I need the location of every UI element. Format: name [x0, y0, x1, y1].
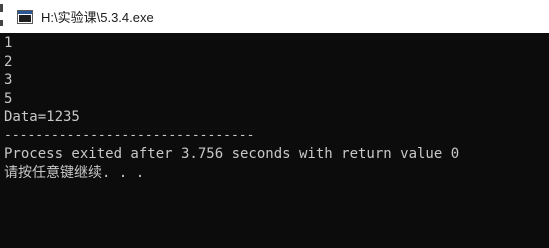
- output-line: 5: [4, 90, 13, 107]
- console-window: H:\实验课\5.3.4.exe 1 2 3 5 Data=1235 -----…: [0, 0, 549, 248]
- output-line: Data=1235: [4, 109, 80, 125]
- output-line: 2: [4, 53, 13, 70]
- title-bar[interactable]: H:\实验课\5.3.4.exe: [0, 0, 549, 33]
- console-output[interactable]: 1 2 3 5 Data=1235 ----------------------…: [0, 33, 549, 248]
- output-line: 3: [4, 72, 13, 88]
- window-title: H:\实验课\5.3.4.exe: [41, 10, 154, 25]
- output-line: 1: [4, 35, 13, 51]
- separator-line: --------------------------------: [4, 127, 255, 143]
- console-app-icon: [17, 9, 33, 24]
- window-edge: [0, 0, 4, 33]
- press-any-key-prompt: 请按任意键继续. . .: [4, 164, 145, 181]
- process-exit-message: Process exited after 3.756 seconds with …: [4, 146, 460, 162]
